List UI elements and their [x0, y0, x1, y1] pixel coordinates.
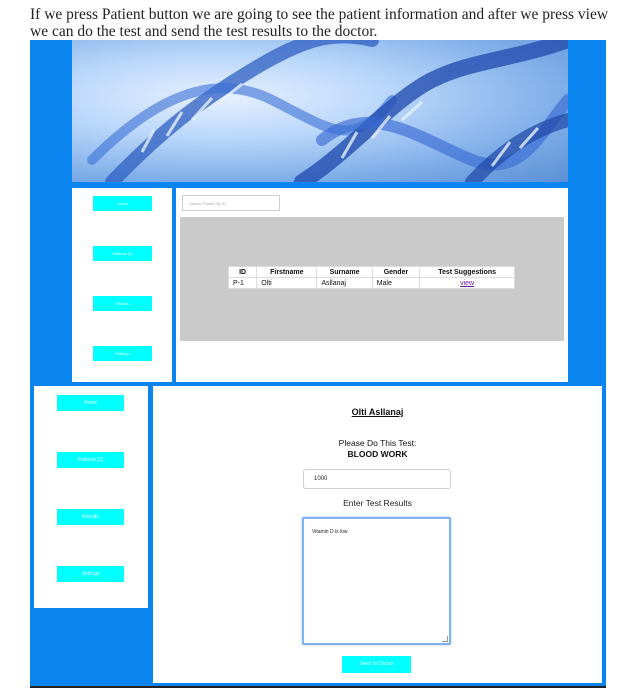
search-input[interactable]: Search Patient By ID [182, 195, 280, 211]
patient-list-panel: Search Patient By ID ID Firstname Surnam… [176, 188, 568, 382]
sidebar-item-settings[interactable]: Settings [57, 566, 124, 582]
column-header: Gender [371, 266, 421, 278]
sidebar-item-patients[interactable]: Patients (3) [93, 246, 152, 261]
enter-results-label: Enter Test Results [343, 498, 412, 508]
test-name: BLOOD WORK [347, 449, 408, 459]
sidebar-item-patients[interactable]: Patients (3) [57, 452, 124, 468]
column-header: ID [227, 266, 258, 278]
table-row: P-1 Olti Asllanaj Male view [227, 277, 515, 289]
sidebar-item-results[interactable]: Results [93, 296, 152, 311]
sidebar-item-results[interactable]: Results [57, 509, 124, 525]
test-results-text: Vitamin D is low [312, 529, 348, 535]
sidebar-item-home[interactable]: Home [93, 196, 152, 211]
test-instruction: Please Do This Test: [338, 438, 417, 448]
test-code-input[interactable]: 1000 [303, 469, 451, 489]
sidebar-item-home[interactable]: Home [57, 395, 124, 411]
results-area: ID Firstname Surname Gender Test Suggest… [180, 217, 564, 341]
cell-id: P-1 [227, 277, 258, 289]
sidebar: Home Patients (3) Results Settings [34, 386, 148, 608]
screenshot-test-form: Home Patients (3) Results Settings Olti … [30, 384, 606, 686]
sidebar: Home Patients (3) Results Settings [72, 188, 172, 382]
view-link[interactable]: view [419, 277, 515, 289]
test-results-textarea[interactable]: Vitamin D is low [302, 517, 451, 645]
send-to-doctor-button[interactable]: Send To Doctor [342, 656, 411, 673]
patient-table: ID Firstname Surname Gender Test Suggest… [227, 266, 515, 289]
screenshot-patient-list: Home Patients (3) Results Settings Searc… [30, 40, 606, 384]
patient-name: Olti Asllanaj [351, 407, 404, 417]
cell-firstname: Olti [256, 277, 318, 289]
caption-text: If we press Patient button we are going … [30, 6, 609, 40]
sidebar-item-settings[interactable]: Settings [93, 346, 152, 361]
cell-gender: Male [371, 277, 421, 289]
divider [30, 686, 606, 688]
column-header: Firstname [256, 266, 318, 278]
column-header: Surname [316, 266, 373, 278]
cell-surname: Asllanaj [316, 277, 373, 289]
table-header-row: ID Firstname Surname Gender Test Suggest… [227, 266, 515, 278]
column-header: Test Suggestions [419, 266, 515, 278]
dna-helix-image [72, 40, 568, 182]
test-form-panel: Olti Asllanaj Please Do This Test: BLOOD… [153, 386, 602, 683]
resize-handle-icon[interactable] [442, 636, 448, 642]
